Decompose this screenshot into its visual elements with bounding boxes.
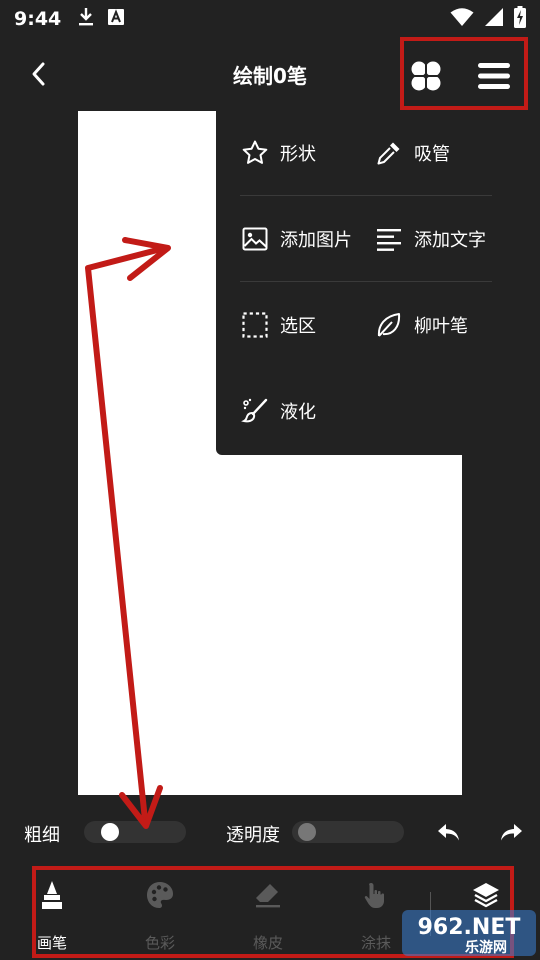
undo-icon <box>438 824 459 841</box>
menu-item-label: 液化 <box>280 402 316 423</box>
undo-button[interactable] <box>434 818 464 848</box>
watermark-brand: 962.NET <box>418 915 521 940</box>
menu-item-selection[interactable]: 选区 <box>240 305 316 345</box>
dashed-selection-icon <box>240 310 270 340</box>
status-icons-right <box>450 6 526 32</box>
signal-icon <box>484 7 504 31</box>
eyedropper-icon <box>374 138 404 168</box>
opacity-label: 透明度 <box>226 825 280 846</box>
wifi-icon <box>450 7 474 31</box>
redo-icon <box>501 824 522 841</box>
menu-item-liquify[interactable]: 液化 <box>240 391 316 431</box>
menu-item-eyedropper[interactable]: 吸管 <box>374 133 450 173</box>
battery-charging-icon <box>514 6 526 32</box>
opacity-slider[interactable] <box>292 821 404 843</box>
status-time: 9:44 <box>14 8 62 30</box>
menu-item-label: 添加文字 <box>414 230 486 251</box>
brush-settings-row: 粗细 透明度 <box>0 810 540 856</box>
menu-item-add-text[interactable]: 添加文字 <box>374 219 486 259</box>
status-bar: 9:44 <box>0 0 540 38</box>
menu-divider <box>240 281 492 282</box>
leaf-icon <box>374 310 404 340</box>
watermark-logo: 962.NET 乐游网 <box>402 908 536 958</box>
thickness-slider[interactable] <box>84 821 186 843</box>
thickness-label: 粗细 <box>24 825 60 846</box>
menu-item-add-image[interactable]: 添加图片 <box>240 219 352 259</box>
watermark-tagline: 乐游网 <box>465 939 507 956</box>
redo-button[interactable] <box>496 818 526 848</box>
liquify-brush-icon <box>240 396 270 426</box>
menu-item-leaf-pen[interactable]: 柳叶笔 <box>374 305 468 345</box>
a-notification-icon <box>107 8 125 30</box>
download-icon <box>77 7 95 31</box>
star-icon <box>240 138 270 168</box>
menu-item-label: 柳叶笔 <box>414 316 468 337</box>
image-icon <box>240 224 270 254</box>
annotation-box-header <box>400 37 528 110</box>
menu-item-label: 吸管 <box>414 144 450 165</box>
menu-item-label: 添加图片 <box>280 230 352 251</box>
menu-item-label: 形状 <box>280 144 316 165</box>
menu-divider <box>240 195 492 196</box>
status-icons-left <box>77 7 125 31</box>
opacity-slider-handle[interactable] <box>298 823 316 841</box>
tools-dropdown-menu: 形状 吸管 添加图片 添加文字 选区 柳叶笔 液化 <box>216 111 492 455</box>
menu-item-label: 选区 <box>280 316 316 337</box>
text-lines-icon <box>374 224 404 254</box>
menu-item-shape[interactable]: 形状 <box>240 133 316 173</box>
thickness-slider-handle[interactable] <box>100 823 119 841</box>
